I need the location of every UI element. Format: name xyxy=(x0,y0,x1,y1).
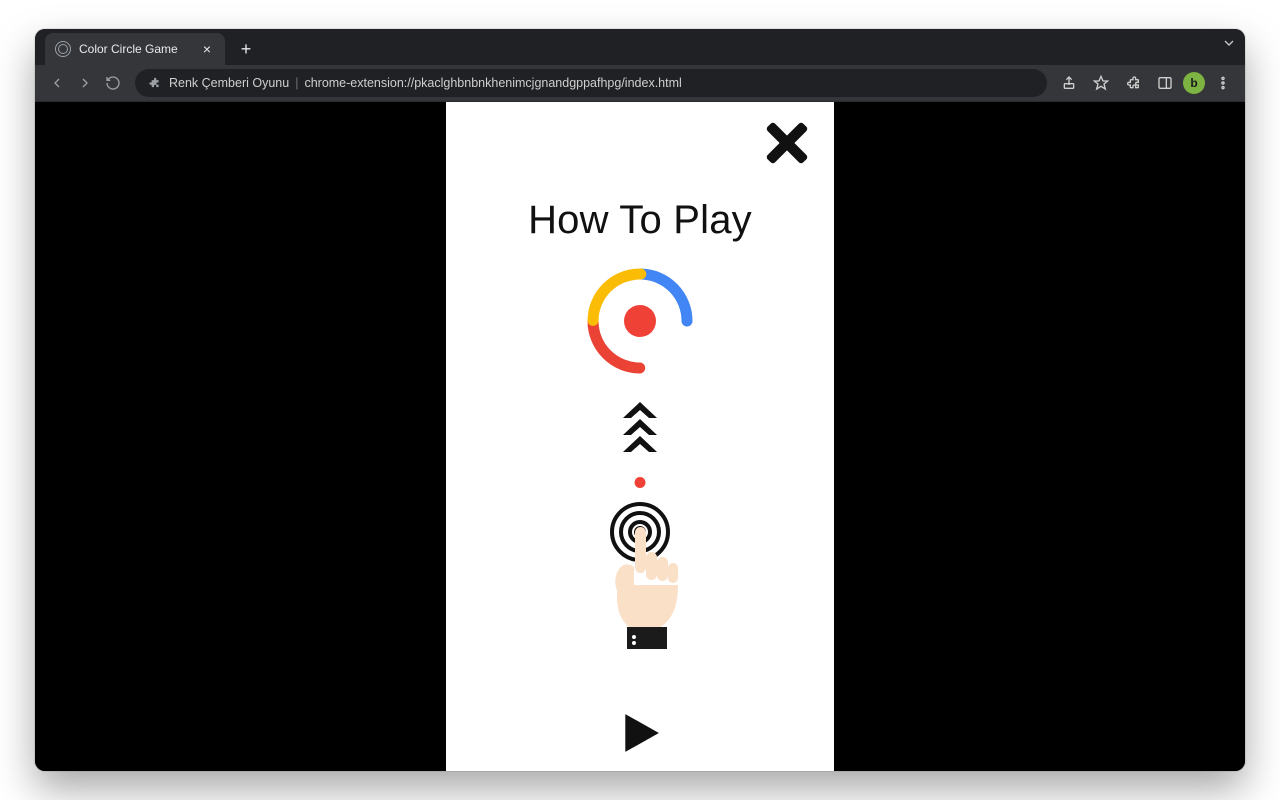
address-bar[interactable]: Renk Çemberi Oyunu | chrome-extension://… xyxy=(135,69,1047,97)
kebab-menu-button[interactable] xyxy=(1209,69,1237,97)
bookmark-star-button[interactable] xyxy=(1087,69,1115,97)
tab-strip: Color Circle Game × + xyxy=(35,29,1245,65)
window-expand-chevron-icon[interactable] xyxy=(1221,35,1237,56)
toolbar-right: b xyxy=(1055,69,1237,97)
color-wheel-icon xyxy=(581,262,699,385)
new-tab-button[interactable]: + xyxy=(233,36,259,62)
browser-window: Color Circle Game × + Renk Çemberi Oyunu… xyxy=(35,29,1245,771)
extension-puzzle-icon xyxy=(147,76,161,90)
forward-button[interactable] xyxy=(71,69,99,97)
game-panel: How To Play xyxy=(446,102,834,771)
toolbar: Renk Çemberi Oyunu | chrome-extension://… xyxy=(35,65,1245,102)
page-viewport: How To Play xyxy=(35,102,1245,771)
close-icon xyxy=(766,122,808,164)
play-icon xyxy=(619,712,661,754)
profile-initial: b xyxy=(1190,76,1197,90)
close-button[interactable] xyxy=(766,122,808,169)
omnibox-separator: | xyxy=(295,76,298,90)
omnibox-site-label: Renk Çemberi Oyunu xyxy=(169,76,289,90)
tap-hand-icon xyxy=(585,497,695,662)
tab-color-circle-game[interactable]: Color Circle Game × xyxy=(45,33,225,65)
projectile-dot-icon xyxy=(635,477,646,488)
close-tab-button[interactable]: × xyxy=(199,41,215,57)
profile-avatar[interactable]: b xyxy=(1183,72,1205,94)
up-chevrons-icon xyxy=(619,402,661,457)
play-button[interactable] xyxy=(619,712,661,759)
back-button[interactable] xyxy=(43,69,71,97)
tab-title: Color Circle Game xyxy=(79,42,193,56)
extensions-button[interactable] xyxy=(1119,69,1147,97)
share-button[interactable] xyxy=(1055,69,1083,97)
how-to-play-title: How To Play xyxy=(446,198,834,243)
side-panel-button[interactable] xyxy=(1151,69,1179,97)
tab-favicon-globe-icon xyxy=(55,41,71,57)
omnibox-url-path: chrome-extension://pkaclghbnbnkhenimcjgn… xyxy=(304,76,681,90)
reload-button[interactable] xyxy=(99,69,127,97)
